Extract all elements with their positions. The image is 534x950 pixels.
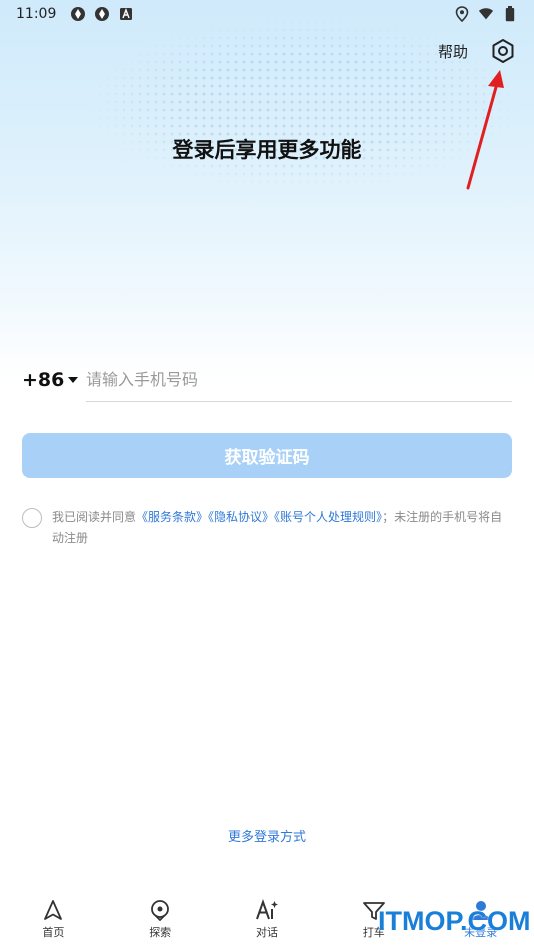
status-time: 11:09 — [16, 6, 57, 22]
agreement-prefix: 我已阅读并同意 — [52, 510, 137, 524]
app-icon — [70, 6, 86, 22]
agreement-row: 我已阅读并同意《服务条款》《隐私协议》《账号个人处理规则》；未注册的手机号将自动… — [22, 507, 512, 549]
location-icon — [454, 6, 470, 22]
terms-link[interactable]: 《服务条款》 — [136, 510, 208, 524]
country-code-label: +86 — [22, 369, 65, 391]
header-actions: 帮助 — [438, 38, 516, 64]
help-link[interactable]: 帮助 — [438, 41, 468, 62]
status-bar: 11:09 — [0, 0, 534, 28]
country-code-selector[interactable]: +86 — [22, 369, 86, 391]
personal-info-link[interactable]: 《账号个人处理规则》 — [274, 510, 382, 524]
ai-icon — [255, 898, 279, 922]
agreement-text: 我已阅读并同意《服务条款》《隐私协议》《账号个人处理规则》；未注册的手机号将自动… — [52, 507, 512, 549]
nav-label: 对话 — [255, 926, 278, 939]
battery-icon — [502, 6, 518, 22]
agreement-checkbox[interactable] — [22, 508, 42, 528]
nav-item-home[interactable]: 首页 — [13, 898, 93, 940]
phone-input[interactable] — [86, 358, 512, 402]
settings-icon[interactable] — [490, 38, 516, 64]
get-code-button[interactable]: 获取验证码 — [22, 433, 512, 478]
more-login-link[interactable]: 更多登录方式 — [0, 826, 534, 845]
caret-down-icon — [68, 377, 79, 383]
nav-item-explore[interactable]: 探索 — [120, 898, 200, 940]
app-icon — [94, 6, 110, 22]
privacy-link[interactable]: 《隐私协议》 — [208, 510, 274, 524]
a-icon — [118, 6, 134, 22]
watermark: ITMOP.COM — [378, 906, 531, 936]
nav-item-chat[interactable]: 对话 — [227, 898, 307, 940]
nav-label: 首页 — [42, 926, 65, 939]
nav-label: 探索 — [149, 926, 172, 939]
navigation-icon — [41, 898, 65, 922]
page-title: 登录后享用更多功能 — [172, 138, 362, 162]
location-pin-icon — [148, 898, 172, 922]
annotation-arrow — [466, 70, 504, 190]
wifi-icon — [478, 6, 494, 22]
phone-input-row: +86 — [22, 358, 512, 402]
